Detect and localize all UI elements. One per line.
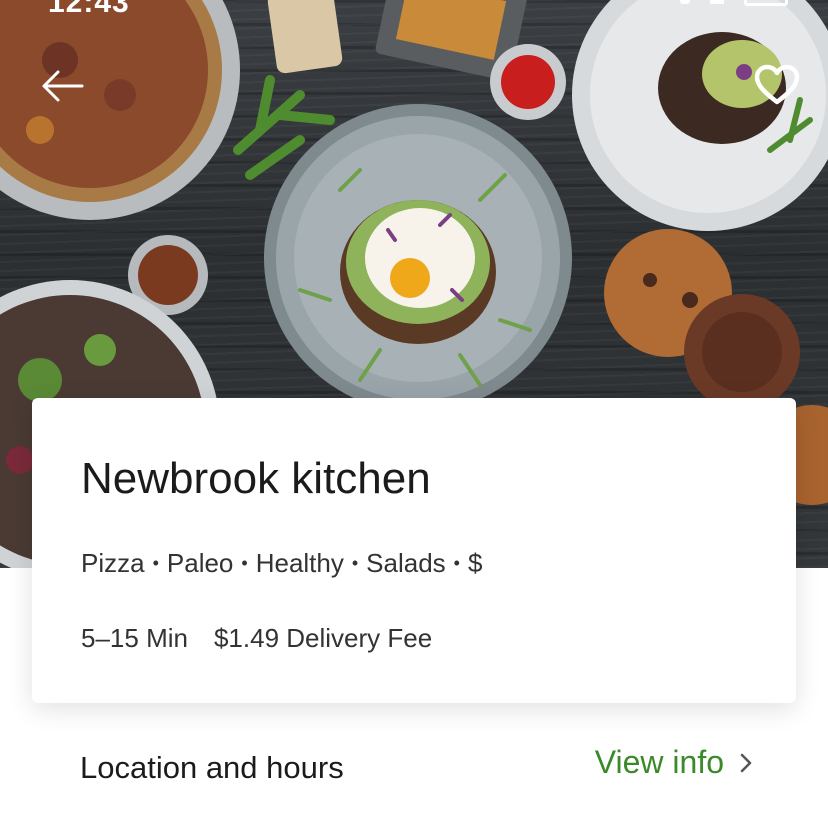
heart-outline-icon <box>754 64 800 105</box>
location-hours-row: Location and hours View info <box>0 740 828 800</box>
category-label: Pizza <box>81 548 145 578</box>
category-separator: • <box>152 553 159 573</box>
delivery-eta: 5–15 Min <box>81 623 188 653</box>
category-separator: • <box>241 553 248 573</box>
wifi-icon <box>710 0 724 4</box>
back-button[interactable] <box>40 70 92 114</box>
status-time: 12:43 <box>48 0 130 19</box>
view-info-label: View info <box>594 744 724 780</box>
delivery-fee: $1.49 Delivery Fee <box>213 623 433 653</box>
category-separator: • <box>351 553 359 573</box>
category-label: Salads <box>366 548 446 578</box>
category-label: Healthy <box>255 548 344 578</box>
favorite-button[interactable] <box>754 64 806 116</box>
status-icons <box>680 0 788 6</box>
delivery-details: 5–15 Min $1.49 Delivery Fee <box>81 623 432 654</box>
store-name: Newbrook kitchen <box>81 454 431 503</box>
chevron-right-icon <box>740 753 752 773</box>
store-info-card: Newbrook kitchen Pizza • Paleo • Healthy… <box>32 398 796 703</box>
category-separator: • <box>453 553 460 573</box>
category-label: Paleo <box>166 548 234 578</box>
signal-icon <box>680 0 690 4</box>
location-hours-label: Location and hours <box>80 750 344 785</box>
price-level: $ <box>467 548 483 578</box>
arrow-left-icon <box>42 70 84 102</box>
battery-icon <box>744 0 788 6</box>
view-info-link[interactable]: View info <box>595 744 752 781</box>
store-categories: Pizza • Paleo • Healthy • Salads • $ <box>81 548 482 579</box>
